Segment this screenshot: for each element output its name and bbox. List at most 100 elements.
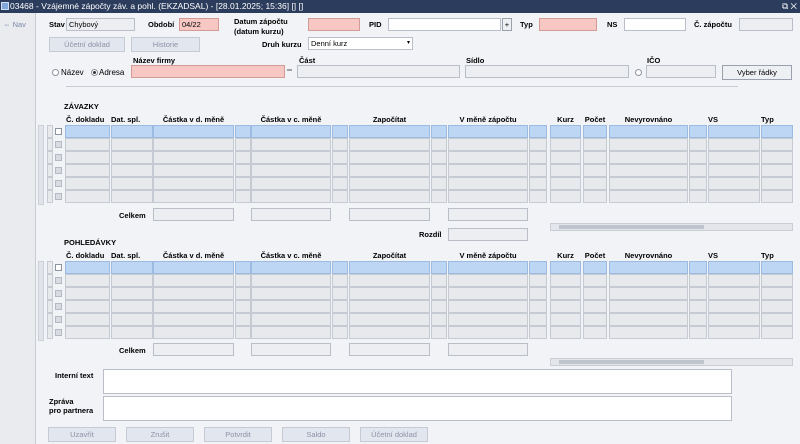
table-cell[interactable] bbox=[689, 151, 707, 164]
row-checkbox[interactable] bbox=[55, 277, 62, 284]
table-cell[interactable] bbox=[332, 125, 348, 138]
table-cell[interactable] bbox=[689, 164, 707, 177]
table-cell[interactable] bbox=[431, 326, 447, 339]
table-cell[interactable] bbox=[332, 326, 348, 339]
potvrdit-button[interactable]: Potvrdit bbox=[204, 427, 272, 442]
table-cell[interactable] bbox=[111, 125, 153, 138]
table-cell[interactable] bbox=[761, 138, 793, 151]
table-cell[interactable] bbox=[583, 125, 607, 138]
c-zapoctu-field[interactable] bbox=[739, 18, 793, 31]
table-cell[interactable] bbox=[583, 190, 607, 203]
table-cell[interactable] bbox=[550, 313, 581, 326]
table-cell[interactable] bbox=[349, 151, 430, 164]
table-cell[interactable] bbox=[761, 177, 793, 190]
table-cell[interactable] bbox=[349, 177, 430, 190]
table-cell[interactable] bbox=[761, 151, 793, 164]
row-marker[interactable] bbox=[47, 300, 53, 313]
table-cell[interactable] bbox=[550, 151, 581, 164]
row-checkbox[interactable] bbox=[55, 154, 62, 161]
row-checkbox[interactable] bbox=[55, 264, 62, 271]
table-cell[interactable] bbox=[529, 287, 547, 300]
table-cell[interactable] bbox=[529, 138, 547, 151]
table-cell[interactable] bbox=[609, 287, 688, 300]
table-cell[interactable] bbox=[251, 190, 331, 203]
table-cell[interactable] bbox=[761, 274, 793, 287]
table-cell[interactable] bbox=[609, 300, 688, 313]
table-cell[interactable] bbox=[529, 261, 547, 274]
table-cell[interactable] bbox=[431, 190, 447, 203]
table-cell[interactable] bbox=[708, 274, 760, 287]
row-marker[interactable] bbox=[47, 274, 53, 287]
table-cell[interactable] bbox=[550, 164, 581, 177]
ucetni-doklad-top-button[interactable]: Účetní doklad bbox=[49, 37, 125, 52]
table-cell[interactable] bbox=[529, 190, 547, 203]
zavazky-hscrollbar[interactable] bbox=[550, 223, 793, 231]
table-cell[interactable] bbox=[761, 261, 793, 274]
table-cell[interactable] bbox=[448, 177, 528, 190]
table-cell[interactable] bbox=[708, 313, 760, 326]
table-cell[interactable] bbox=[251, 274, 331, 287]
table-cell[interactable] bbox=[349, 274, 430, 287]
table-cell[interactable] bbox=[349, 125, 430, 138]
table-cell[interactable] bbox=[761, 313, 793, 326]
table-cell[interactable] bbox=[609, 177, 688, 190]
table-cell[interactable] bbox=[761, 326, 793, 339]
table-cell[interactable] bbox=[529, 151, 547, 164]
table-cell[interactable] bbox=[448, 190, 528, 203]
table-cell[interactable] bbox=[708, 125, 760, 138]
table-cell[interactable] bbox=[761, 190, 793, 203]
table-cell[interactable] bbox=[349, 287, 430, 300]
table-cell[interactable] bbox=[235, 261, 251, 274]
table-cell[interactable] bbox=[708, 261, 760, 274]
table-cell[interactable] bbox=[153, 274, 234, 287]
table-cell[interactable] bbox=[332, 287, 348, 300]
table-cell[interactable] bbox=[583, 261, 607, 274]
typ-field[interactable] bbox=[539, 18, 597, 31]
table-cell[interactable] bbox=[332, 300, 348, 313]
druh-kurzu-select[interactable]: Denní kurz ▾ bbox=[308, 37, 413, 50]
table-cell[interactable] bbox=[550, 261, 581, 274]
table-cell[interactable] bbox=[235, 177, 251, 190]
table-cell[interactable] bbox=[529, 326, 547, 339]
table-cell[interactable] bbox=[235, 164, 251, 177]
table-cell[interactable] bbox=[235, 313, 251, 326]
pid-field[interactable] bbox=[388, 18, 501, 31]
vyber-radky-button[interactable]: Vyber řádky bbox=[722, 65, 792, 80]
table-cell[interactable] bbox=[609, 164, 688, 177]
table-cell[interactable] bbox=[708, 151, 760, 164]
cast-field[interactable] bbox=[297, 65, 460, 78]
table-cell[interactable] bbox=[689, 300, 707, 313]
table-cell[interactable] bbox=[609, 125, 688, 138]
table-cell[interactable] bbox=[153, 300, 234, 313]
table-cell[interactable] bbox=[583, 287, 607, 300]
table-cell[interactable] bbox=[708, 326, 760, 339]
table-cell[interactable] bbox=[689, 177, 707, 190]
table-cell[interactable] bbox=[529, 300, 547, 313]
table-cell[interactable] bbox=[153, 313, 234, 326]
table-cell[interactable] bbox=[349, 138, 430, 151]
table-cell[interactable] bbox=[529, 313, 547, 326]
table-cell[interactable] bbox=[235, 287, 251, 300]
table-cell[interactable] bbox=[761, 164, 793, 177]
table-cell[interactable] bbox=[529, 177, 547, 190]
obdobi-field[interactable]: 04/22 bbox=[179, 18, 219, 31]
historie-button[interactable]: Historie bbox=[131, 37, 200, 52]
table-cell[interactable] bbox=[349, 261, 430, 274]
table-cell[interactable] bbox=[65, 190, 110, 203]
table-cell[interactable] bbox=[431, 151, 447, 164]
table-cell[interactable] bbox=[761, 125, 793, 138]
nav-panel[interactable]: ⇔ Nav bbox=[0, 13, 36, 444]
table-cell[interactable] bbox=[235, 190, 251, 203]
row-marker[interactable] bbox=[47, 313, 53, 326]
table-cell[interactable] bbox=[65, 125, 110, 138]
table-cell[interactable] bbox=[251, 125, 331, 138]
table-cell[interactable] bbox=[448, 274, 528, 287]
table-cell[interactable] bbox=[251, 313, 331, 326]
table-cell[interactable] bbox=[332, 138, 348, 151]
table-cell[interactable] bbox=[708, 138, 760, 151]
table-cell[interactable] bbox=[251, 300, 331, 313]
table-cell[interactable] bbox=[65, 287, 110, 300]
table-cell[interactable] bbox=[111, 313, 153, 326]
table-cell[interactable] bbox=[153, 190, 234, 203]
pohledavky-vscrollbar[interactable] bbox=[38, 261, 44, 341]
